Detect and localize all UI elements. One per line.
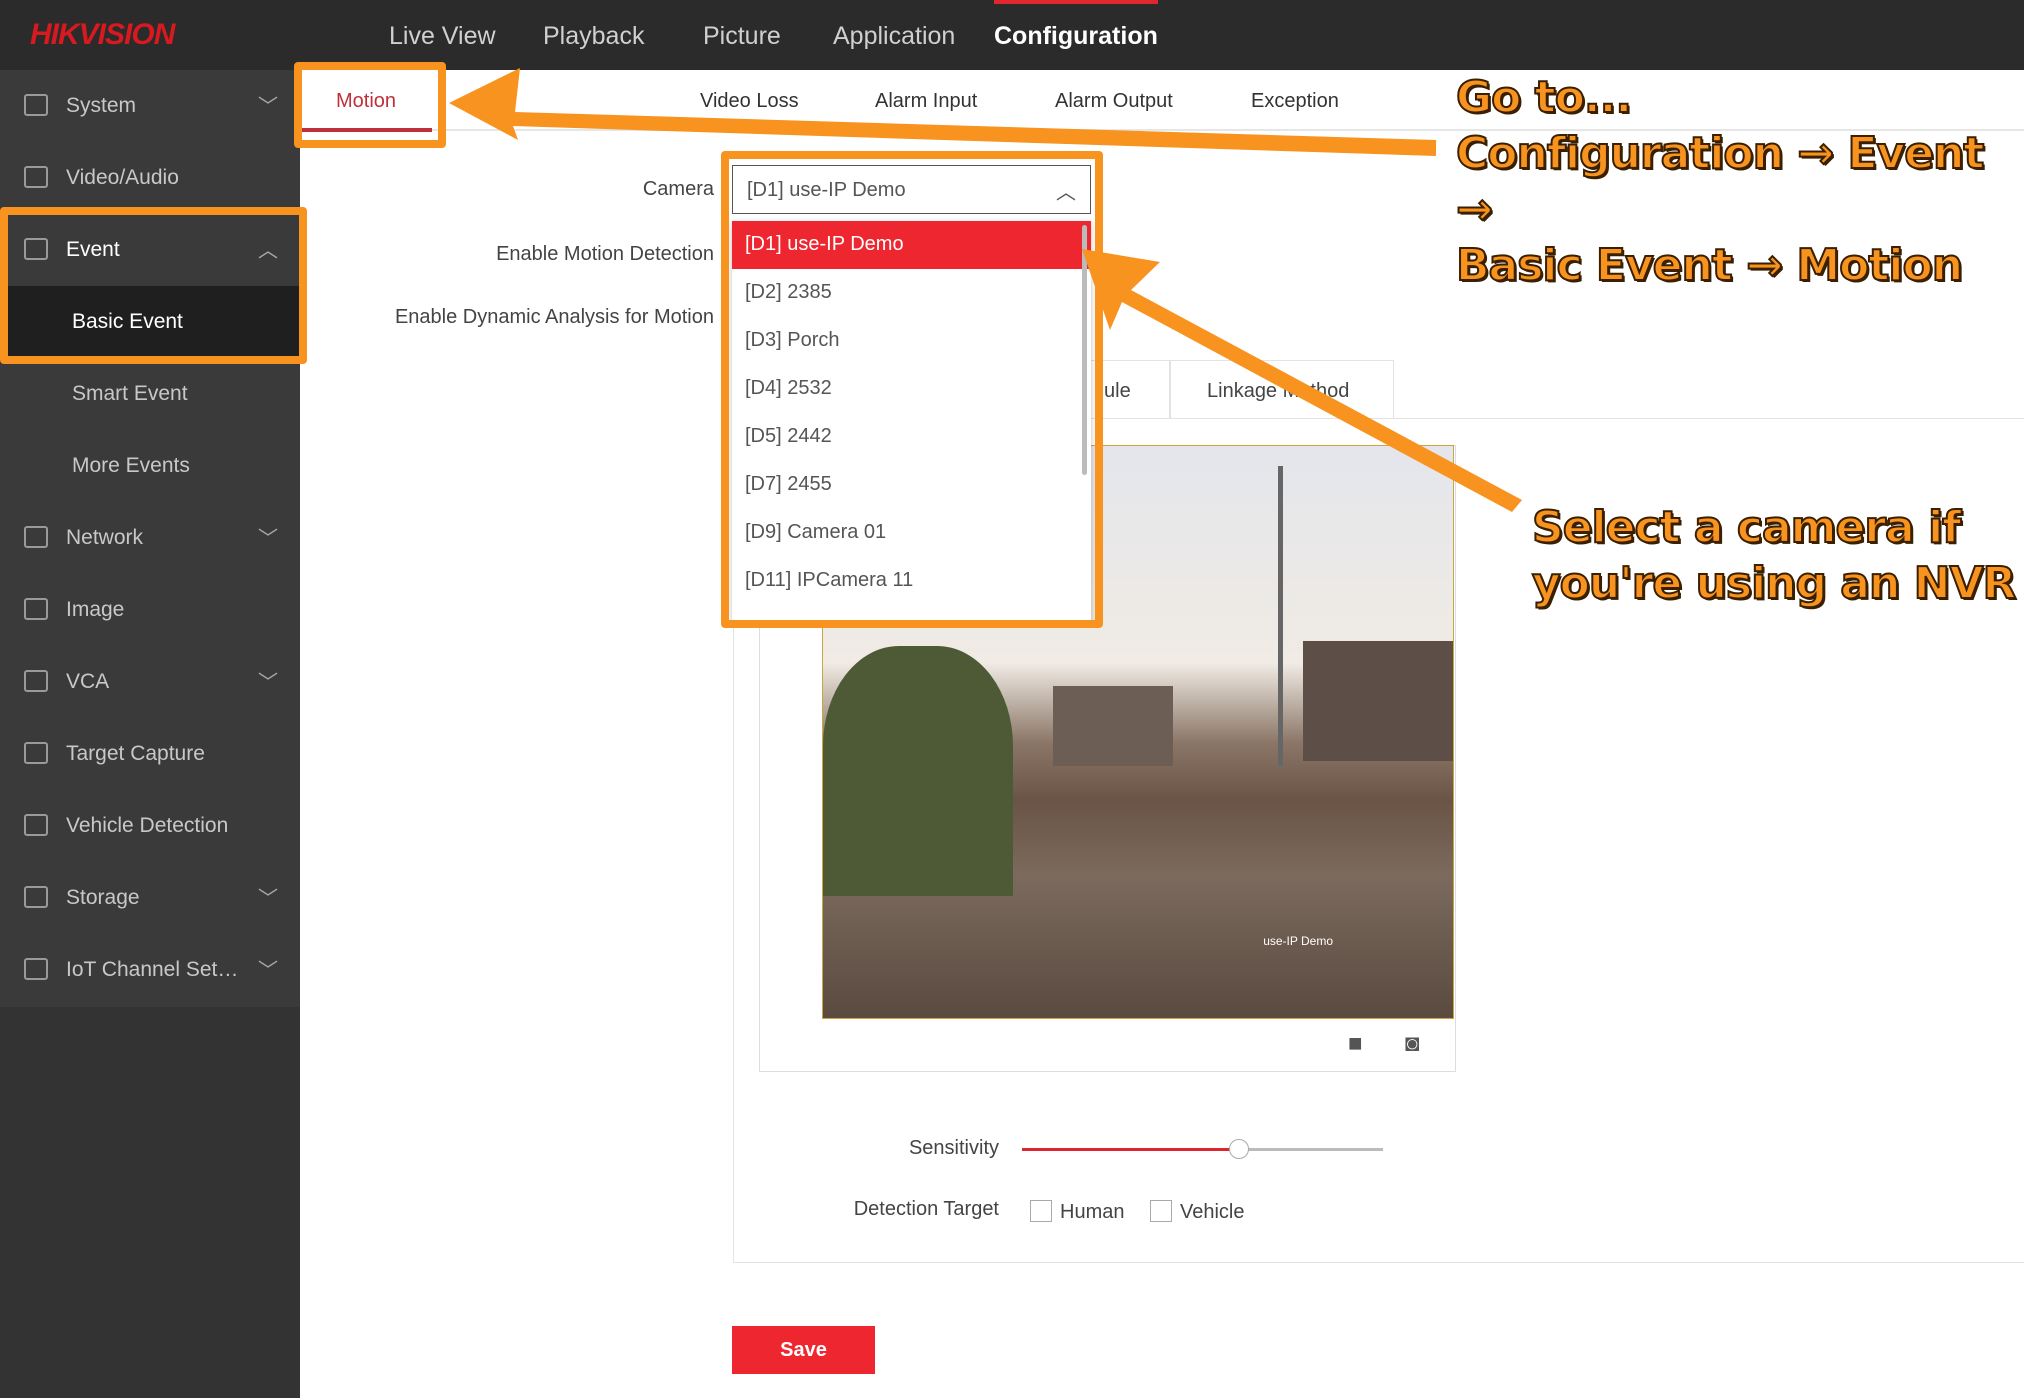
annotation-line: Select a camera if xyxy=(1531,501,1962,554)
annotation-line: Go to... xyxy=(1455,71,1633,124)
annotation-select-camera: Select a camera if you're using an NVR xyxy=(1531,500,2017,612)
annotation-line: Configuration → Event → xyxy=(1455,127,1985,236)
annotation-line: Basic Event → Motion xyxy=(1455,239,1964,292)
arrow-to-motion-tab xyxy=(449,68,1436,156)
annotation-goto: Go to... Configuration → Event → Basic E… xyxy=(1455,70,2024,294)
annotation-line: you're using an NVR xyxy=(1531,557,2017,610)
